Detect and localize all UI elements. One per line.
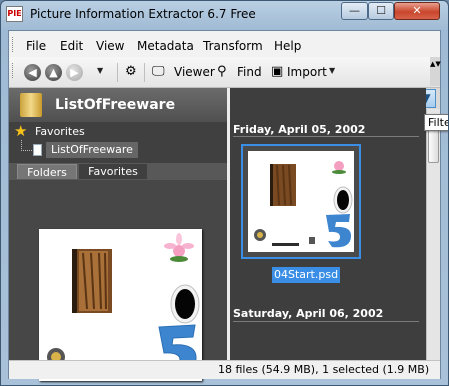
application-window: PIE Picture Information Extractor 6.7 Fr… <box>0 0 449 386</box>
toolbar-grip-handle[interactable] <box>12 63 16 78</box>
window-title: Picture Information Extractor 6.7 Free <box>30 7 256 21</box>
menu-edit[interactable]: Edit <box>60 39 83 53</box>
title-bar[interactable]: PIE Picture Information Extractor 6.7 Fr… <box>1 1 448 29</box>
date-group-divider <box>233 321 419 322</box>
folder-panel: ListOfFreeware ★ Favorites ListOfFreewar… <box>9 88 227 381</box>
menu-metadata[interactable]: Metadata <box>137 39 194 53</box>
menu-file[interactable]: File <box>26 39 46 53</box>
favorite-item-listoffreeware[interactable]: ListOfFreeware <box>46 142 138 158</box>
client-area: File Edit View Metadata Transform Help ◀… <box>8 30 441 381</box>
toolbar: ◀ ▲ ▶ ▼ ⚙ 🖵 Viewer ⚲ Find ▣ Import ▼ ▲▼ <box>9 57 441 88</box>
toolbar-separator <box>117 63 118 82</box>
find-magnifier-icon[interactable]: ⚲ <box>217 65 227 79</box>
import-camera-icon[interactable]: ▣ <box>271 65 283 79</box>
menu-transform[interactable]: Transform <box>203 39 263 53</box>
up-button[interactable]: ▲ <box>45 64 62 81</box>
image-preview[interactable] <box>39 229 202 381</box>
current-folder-title: ListOfFreeware <box>55 97 176 113</box>
toolbar-overflow-button[interactable]: ▲▼ <box>430 57 441 86</box>
forward-button[interactable]: ▶ <box>66 64 83 81</box>
back-icon: ◀ <box>28 66 37 79</box>
thumbnail-image <box>248 151 354 252</box>
tree-connector <box>21 140 32 151</box>
menu-grip-handle[interactable] <box>12 37 16 52</box>
minimize-button[interactable]: — <box>341 2 368 20</box>
toolbar-separator <box>144 63 145 82</box>
star-icon: ★ <box>14 122 28 140</box>
maximize-button[interactable]: ☐ <box>368 2 394 20</box>
menu-view[interactable]: View <box>96 39 124 53</box>
folder-icon <box>20 93 42 117</box>
viewer-monitor-icon[interactable]: 🖵 <box>152 65 165 79</box>
status-bar: 18 files (54.9 MB), 1 selected (1.9 MB) <box>9 360 440 379</box>
close-icon: ✕ <box>412 4 422 17</box>
settings-gear-icon[interactable]: ⚙ <box>125 65 137 79</box>
folder-header: ListOfFreeware <box>9 88 227 122</box>
close-button[interactable]: ✕ <box>394 2 440 20</box>
minimize-icon: — <box>349 4 360 17</box>
vertical-scrollbar[interactable] <box>426 109 440 360</box>
import-button[interactable]: Import <box>287 65 327 79</box>
date-group-divider <box>233 136 419 137</box>
menu-bar: File Edit View Metadata Transform Help <box>9 31 440 57</box>
viewer-button[interactable]: Viewer <box>174 65 215 79</box>
filter-tooltip: Filter <box>424 114 448 131</box>
folder-shortcut-icon <box>33 144 42 156</box>
tab-favorites[interactable]: Favorites <box>79 164 147 179</box>
maximize-icon: ☐ <box>376 4 386 17</box>
find-button[interactable]: Find <box>237 65 262 79</box>
thumbnail-item[interactable] <box>241 144 361 259</box>
preview-image <box>47 233 200 376</box>
status-text: 18 files (54.9 MB), 1 selected (1.9 MB) <box>218 363 430 376</box>
thumbnail-filename[interactable]: 04Start.psd <box>272 267 341 283</box>
favorites-node[interactable]: Favorites <box>35 125 85 138</box>
chevron-overflow-icon: ▲▼ <box>430 60 441 68</box>
history-dropdown-icon[interactable]: ▼ <box>97 66 103 75</box>
folder-tabs: Folders Favorites <box>9 163 227 180</box>
back-button[interactable]: ◀ <box>24 64 41 81</box>
forward-icon: ▶ <box>70 66 79 79</box>
thumbnail-picture <box>254 161 353 248</box>
date-group-header: Saturday, April 06, 2002 <box>233 307 384 320</box>
import-dropdown-icon[interactable]: ▼ <box>329 66 335 75</box>
pie-app-icon[interactable]: PIE <box>6 6 23 22</box>
menu-help[interactable]: Help <box>274 39 301 53</box>
up-icon: ▲ <box>49 66 58 79</box>
date-group-header: Friday, April 05, 2002 <box>233 123 366 136</box>
tab-folders[interactable]: Folders <box>17 164 77 179</box>
